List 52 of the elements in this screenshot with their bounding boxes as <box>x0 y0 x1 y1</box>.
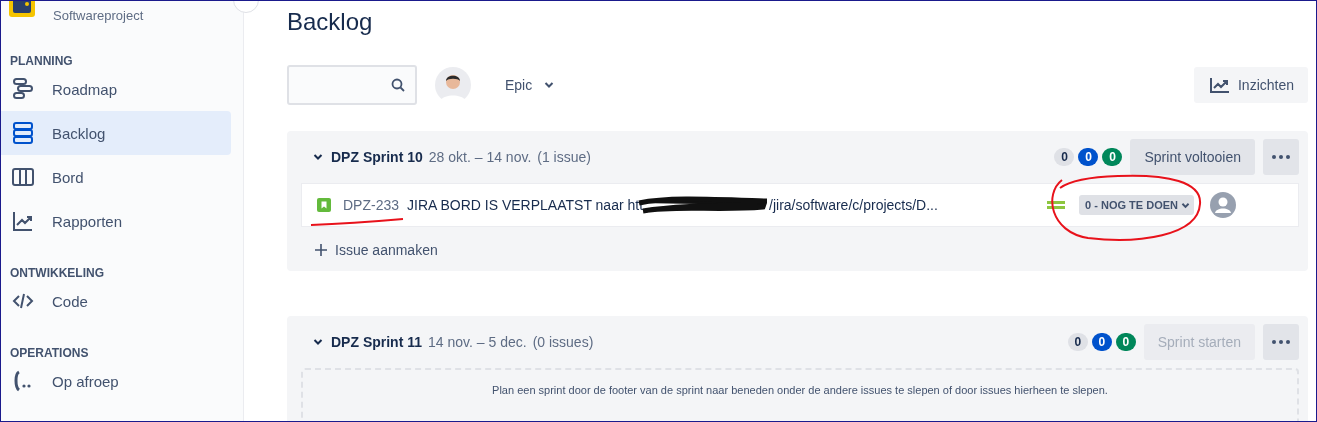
sprint-action-button[interactable]: Sprint voltooien <box>1130 139 1255 175</box>
page-title: Backlog <box>287 7 374 37</box>
insights-button[interactable]: Inzichten <box>1193 67 1308 103</box>
assignee-avatar-icon <box>1210 192 1236 218</box>
points-badge: 0 <box>1078 148 1099 166</box>
priority-icon <box>1047 200 1066 210</box>
backlog-icon <box>11 121 35 145</box>
chart-icon <box>1209 77 1230 93</box>
points-badge: 0 <box>1091 333 1112 351</box>
more-icon <box>1272 155 1290 159</box>
status-dropdown[interactable]: 0 - NOG TE DOEN <box>1079 195 1194 215</box>
points-badge: 0 <box>1067 333 1088 351</box>
user-avatar[interactable] <box>435 67 471 103</box>
sidebar-item[interactable]: Code <box>1 279 231 323</box>
section-heading: ONTWIKKELING <box>9 265 105 279</box>
points-badge: 0 <box>1115 333 1136 351</box>
chevron-down-icon <box>313 153 323 161</box>
issue-count: (0 issues) <box>532 334 594 350</box>
more-button[interactable] <box>1263 324 1299 360</box>
section-heading: OPERATIONS <box>9 345 90 359</box>
chevron-down-icon <box>313 338 323 346</box>
search-field[interactable] <box>287 65 417 105</box>
sidebar-item[interactable]: Bord <box>1 155 231 199</box>
issue-count: (1 issue) <box>537 149 591 165</box>
sprint-dates: 28 okt. – 14 nov. <box>428 149 532 165</box>
chart-icon <box>11 209 35 233</box>
plus-icon <box>315 244 327 256</box>
issue-summary: /jira/software/c/projects/D... <box>769 197 938 213</box>
sprint-dates: 14 nov. – 5 dec. <box>428 334 527 350</box>
create-issue-button[interactable]: Issue aanmaken <box>301 237 438 263</box>
search-icon <box>391 78 405 92</box>
sidebar-item[interactable]: Rapporten <box>1 199 231 243</box>
empty-hint: Plan een sprint door de footer van de sprint naar beneden onder de andere issues te slepen of door issues hierheen te slepen. <box>492 384 1108 398</box>
points-badge: 0 <box>1102 148 1123 166</box>
sidebar-item[interactable]: Op afroep <box>1 359 231 403</box>
project-logo-icon <box>9 1 35 17</box>
points-badge: 0 <box>1054 148 1075 166</box>
issue-key[interactable]: DPZ-233 <box>343 197 400 213</box>
epic-filter[interactable]: Epic <box>499 73 561 97</box>
chevron-down-icon <box>544 81 555 89</box>
chevron-down-icon <box>1181 201 1190 209</box>
story-icon <box>317 198 331 212</box>
sidebar-item[interactable]: Backlog <box>1 111 231 155</box>
board-columns-icon <box>11 165 35 189</box>
roadmap-icon <box>11 77 35 101</box>
more-button[interactable] <box>1263 139 1299 175</box>
more-icon <box>1272 340 1290 344</box>
sidebar-item[interactable]: Roadmap <box>1 67 231 111</box>
sprint-name[interactable]: DPZ Sprint 10 <box>331 149 423 165</box>
sprint-name[interactable]: DPZ Sprint 11 <box>331 334 423 350</box>
project-type: Softwareproject <box>53 8 144 23</box>
section-heading: PLANNING <box>9 53 74 67</box>
